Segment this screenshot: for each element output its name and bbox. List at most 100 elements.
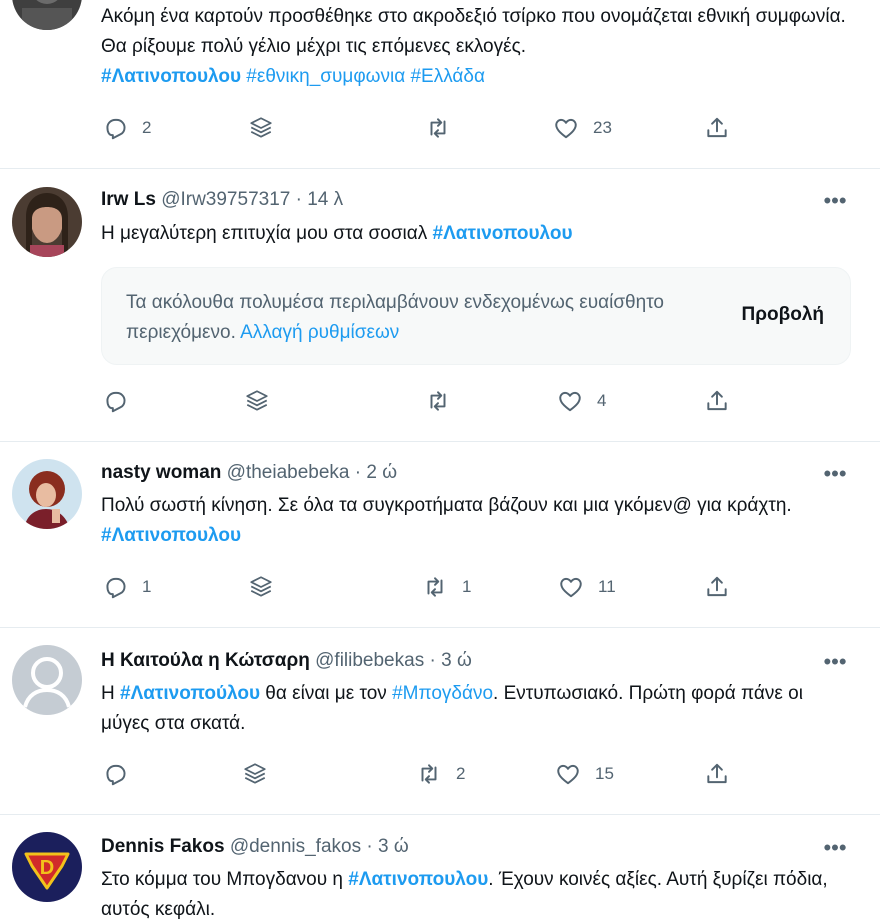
layers-icon [250, 576, 272, 597]
tweet-header: Dennis Fakos @dennis_fakos · 3 ώ [101, 834, 409, 860]
tweet-text: Ακόμη ένα καρτούν προσθέθηκε στο ακροδεξ… [101, 6, 846, 87]
like-button[interactable]: 4 [557, 388, 606, 414]
display-name[interactable]: nasty woman [101, 462, 221, 483]
handle[interactable]: @theiabebeka [227, 462, 350, 483]
tweet-header: Η Καιτούλα η Κώτσαρη @filibebekas · 3 ώ [101, 648, 472, 674]
share-icon [707, 763, 727, 784]
tweet[interactable]: Ακόμη ένα καρτούν προσθέθηκε στο ακροδεξ… [0, 0, 880, 169]
tweet-actions: 4 [0, 388, 880, 418]
tweet-text: Πολύ σωστή κίνηση. Σε όλα τα συγκροτήματ… [101, 495, 792, 546]
svg-text:D: D [40, 857, 54, 879]
like-icon [557, 764, 579, 785]
share-button[interactable] [704, 574, 730, 600]
sensitive-media-warning: Τα ακόλουθα πολυμέσα περιλαμβάνουν ενδεχ… [101, 267, 851, 365]
tweet-actions: 2 23 [0, 115, 880, 145]
reply-button[interactable] [102, 761, 128, 787]
separator: · [354, 462, 362, 483]
retweet-icon [430, 391, 446, 411]
reply-count: 2 [142, 118, 152, 137]
share-button[interactable] [704, 115, 730, 141]
like-count: 4 [597, 391, 607, 410]
hashtag-link[interactable]: #Λατινοπουλου [348, 869, 488, 890]
hashtag-link[interactable]: #Λατινοπούλου [120, 683, 260, 704]
layers-icon [246, 390, 268, 411]
reply-icon [106, 118, 126, 140]
timestamp[interactable]: 2 ώ [366, 462, 397, 483]
hashtag-link[interactable]: #Ελλάδα [410, 66, 485, 87]
stack-button[interactable] [248, 115, 274, 141]
tweet-actions: 2 15 [0, 761, 880, 791]
tweet[interactable]: Η Καιτούλα η Κώτσαρη @filibebekas · 3 ώ … [0, 627, 880, 815]
reply-icon [106, 764, 126, 786]
tweet-text: Η μεγαλύτερη επιτυχία μου στα σοσιαλ #Λα… [101, 223, 573, 244]
retweet-button[interactable]: 1 [422, 574, 471, 600]
display-name[interactable]: Η Καιτούλα η Κώτσαρη [101, 650, 310, 671]
share-button[interactable] [704, 761, 730, 787]
retweet-button[interactable] [425, 115, 451, 141]
retweet-icon [427, 577, 443, 597]
reply-button[interactable]: 2 [102, 115, 151, 141]
layers-icon [244, 763, 266, 784]
timestamp[interactable]: 3 ώ [378, 836, 409, 857]
like-icon [555, 118, 577, 139]
share-icon [707, 576, 727, 597]
reply-button[interactable]: 1 [102, 574, 151, 600]
tweet-header: Irw Ls @Irw39757317 · 14 λ [101, 187, 343, 213]
more-icon[interactable]: ••• [822, 190, 848, 214]
reply-button[interactable] [102, 388, 128, 414]
hashtag-link[interactable]: #Μπογδάνο [392, 683, 493, 704]
view-button[interactable]: Προβολή [742, 304, 824, 326]
retweet-button[interactable]: 2 [416, 761, 465, 787]
avatar[interactable] [12, 645, 82, 715]
tweet[interactable]: nasty woman @theiabebeka · 2 ώ ••• Πολύ … [0, 441, 880, 628]
handle[interactable]: @dennis_fakos [230, 836, 361, 857]
hashtag-link[interactable]: #Λατινοπουλου [101, 525, 241, 546]
tweet-text: Η #Λατινοπούλου θα είναι με τον #Μπογδάν… [101, 683, 803, 734]
avatar[interactable] [12, 0, 82, 30]
reply-icon [106, 577, 126, 599]
stack-button[interactable] [242, 761, 268, 787]
hashtag-link[interactable]: #Λατινοπουλου [433, 223, 573, 244]
more-icon[interactable]: ••• [822, 463, 848, 487]
hashtag-link[interactable]: #Λατινοπουλου [101, 66, 241, 87]
avatar[interactable] [12, 459, 82, 529]
retweet-count: 2 [456, 764, 466, 783]
change-settings-link[interactable]: Αλλαγή ρυθμίσεων [240, 322, 399, 343]
avatar[interactable] [12, 187, 82, 257]
retweet-button[interactable] [425, 388, 451, 414]
warning-text: Τα ακόλουθα πολυμέσα περιλαμβάνουν ενδεχ… [126, 292, 664, 343]
stack-button[interactable] [248, 574, 274, 600]
handle[interactable]: @filibebekas [315, 650, 424, 671]
timestamp[interactable]: 14 λ [307, 189, 343, 210]
like-button[interactable]: 23 [553, 115, 612, 141]
tweet-header: nasty woman @theiabebeka · 2 ώ [101, 460, 397, 486]
avatar[interactable]: D [12, 832, 82, 902]
separator: · [366, 836, 373, 857]
share-icon [707, 117, 727, 138]
separator: · [429, 650, 436, 671]
retweet-icon [430, 118, 446, 138]
more-icon[interactable]: ••• [822, 651, 848, 675]
stack-button[interactable] [244, 388, 270, 414]
like-count: 15 [595, 764, 614, 783]
share-button[interactable] [704, 388, 730, 414]
like-button[interactable]: 15 [555, 761, 614, 787]
more-icon[interactable]: ••• [822, 837, 848, 861]
share-icon [707, 390, 727, 411]
tweet[interactable]: D Dennis Fakos @dennis_fakos · 3 ώ ••• Σ… [0, 814, 880, 923]
like-icon [560, 577, 582, 598]
like-count: 11 [598, 577, 616, 596]
timestamp[interactable]: 3 ώ [441, 650, 472, 671]
display-name[interactable]: Irw Ls [101, 189, 156, 210]
like-button[interactable]: 11 [558, 574, 616, 600]
tweet[interactable]: Irw Ls @Irw39757317 · 14 λ ••• Η μεγαλύτ… [0, 168, 880, 442]
like-count: 23 [593, 118, 612, 137]
tweet-actions: 1 1 11 [0, 574, 880, 604]
handle[interactable]: @Irw39757317 [161, 189, 290, 210]
reply-icon [106, 391, 126, 413]
hashtag-link[interactable]: #εθνικη_συμφωνια [246, 66, 405, 87]
display-name[interactable]: Dennis Fakos [101, 836, 225, 857]
like-icon [559, 391, 581, 412]
reply-count: 1 [142, 577, 152, 596]
separator: · [295, 189, 302, 210]
